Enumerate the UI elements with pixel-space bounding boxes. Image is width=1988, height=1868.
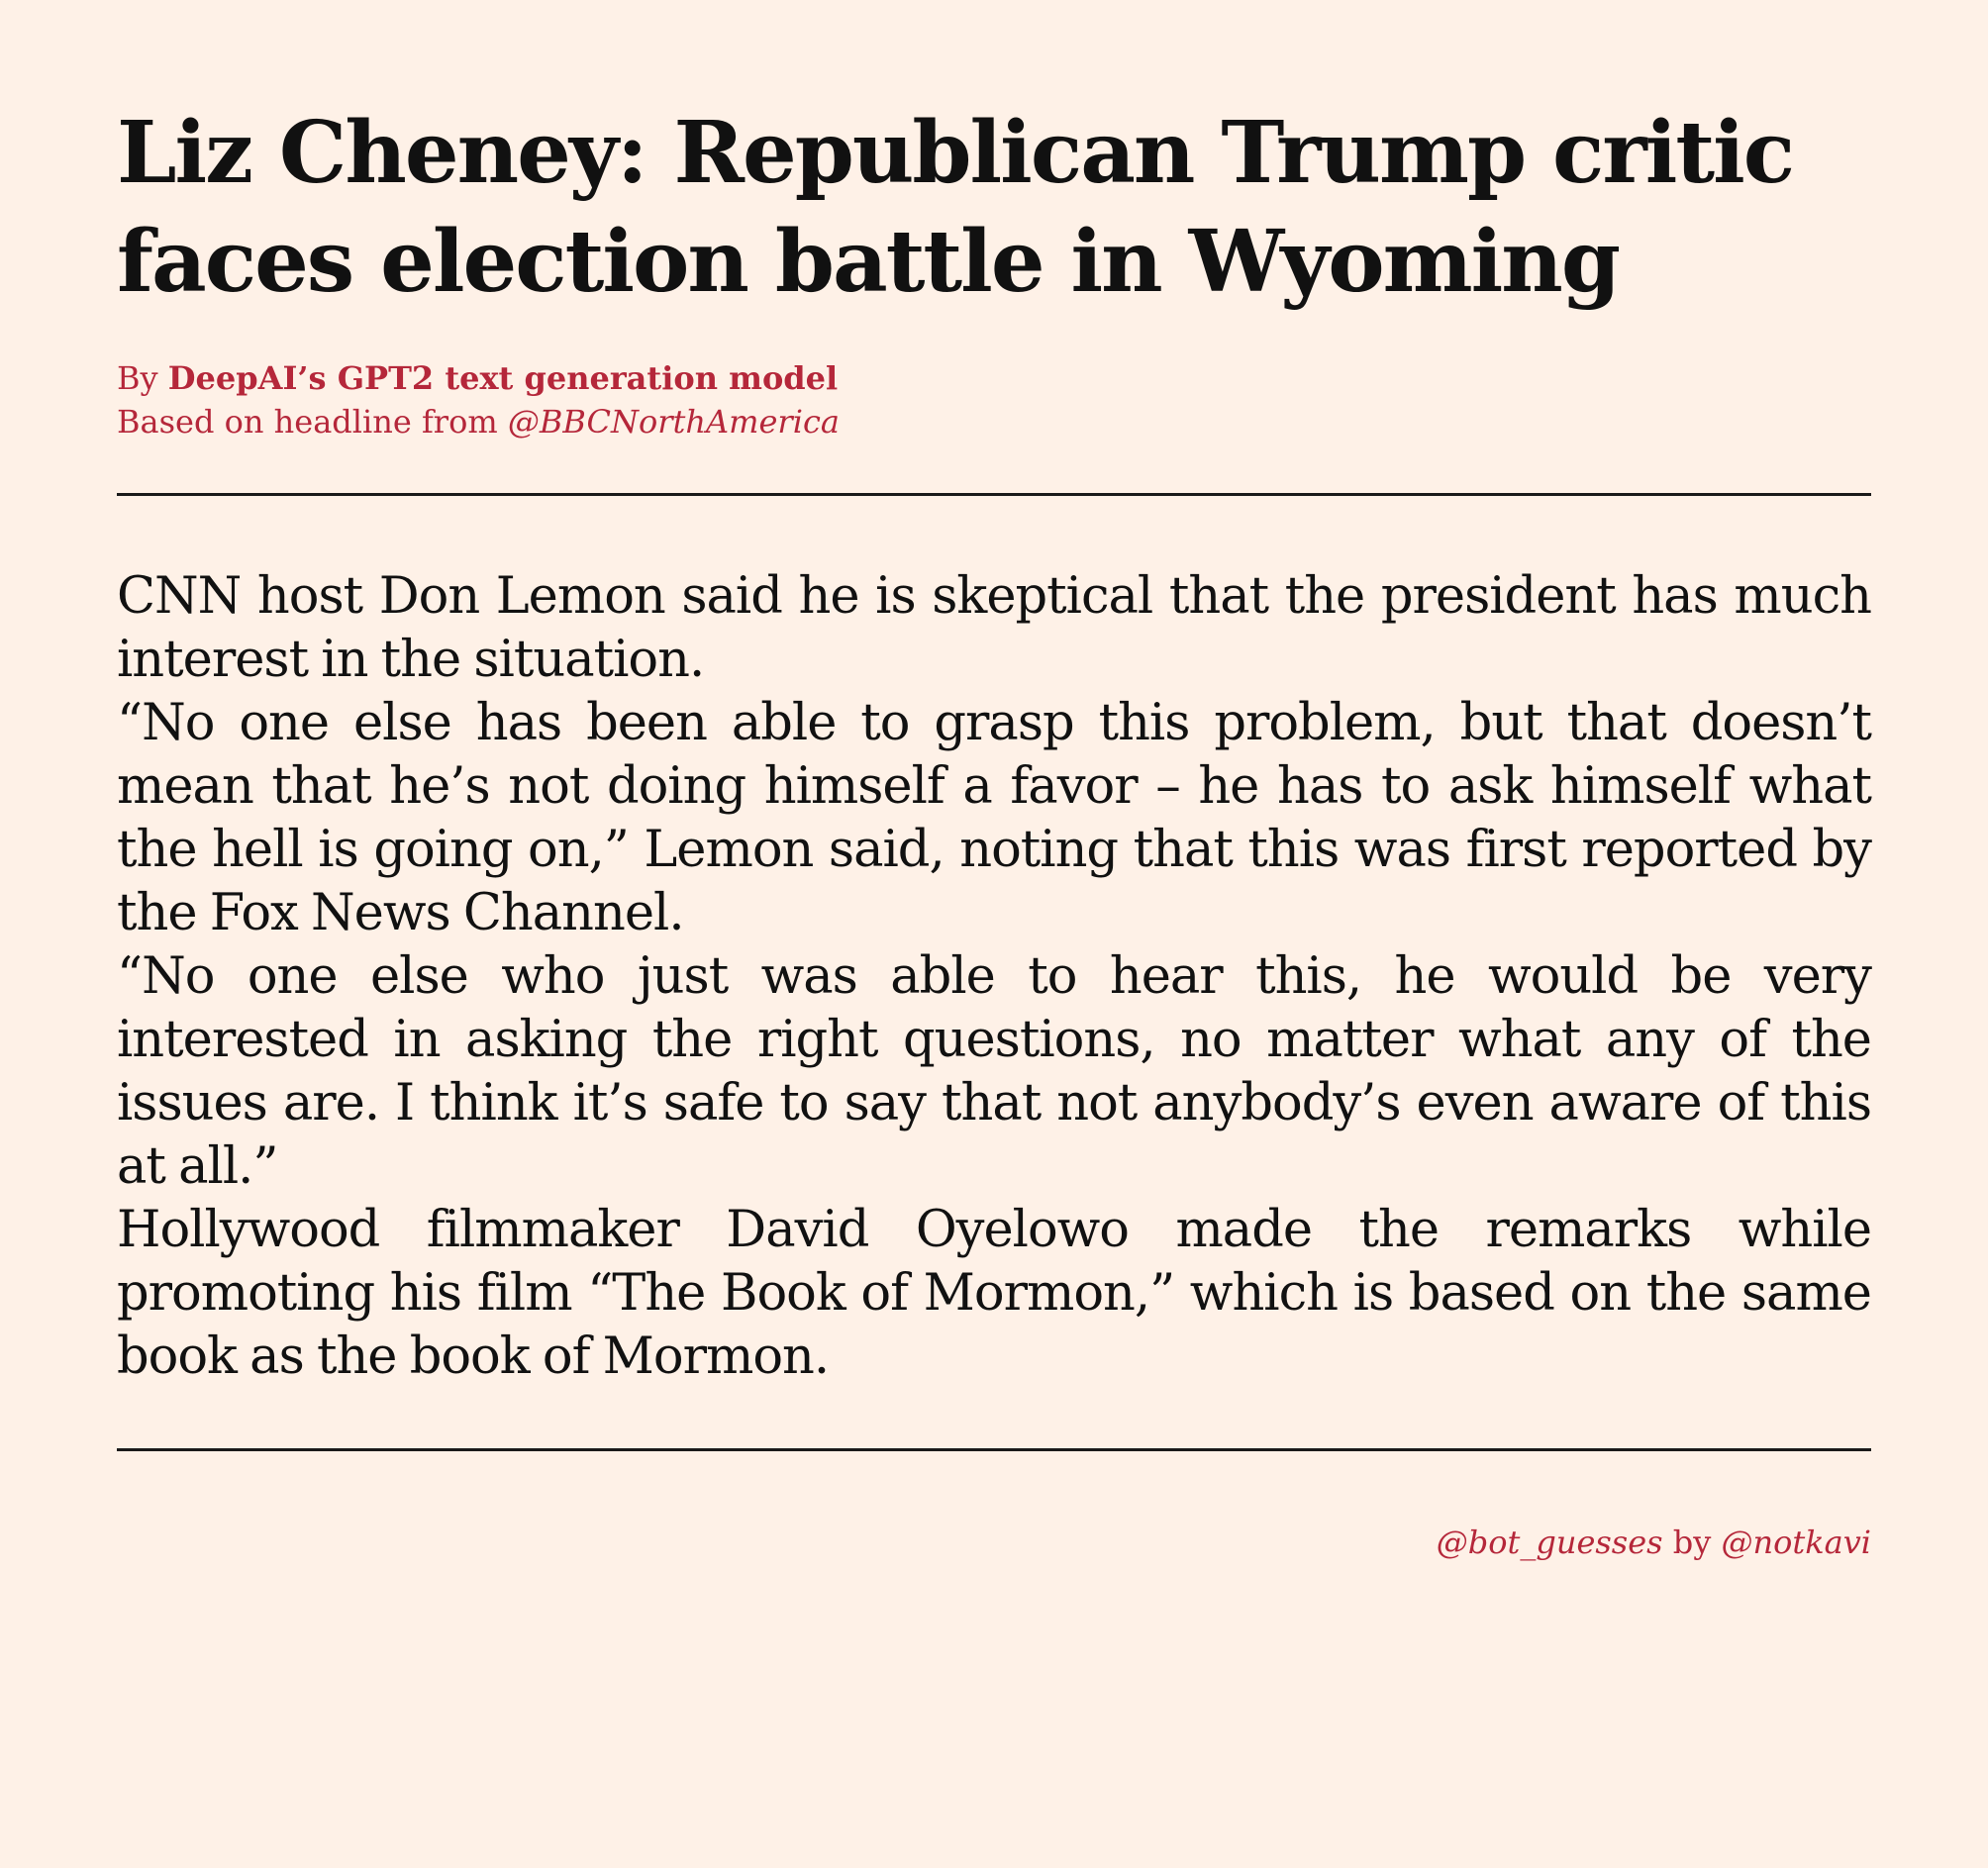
bot-handle-link[interactable]: @bot_guesses — [1437, 1524, 1663, 1561]
body-paragraph: Hollywood filmmaker David Oyelowo made t… — [117, 1201, 1872, 1386]
byline-source-line: Based on headline from @BBCNorthAmerica — [117, 400, 1871, 443]
byline: By DeepAI’s GPT2 text generation model B… — [117, 356, 1871, 443]
body-paragraph: CNN host Don Lemon said he is skeptical … — [117, 567, 1872, 689]
top-divider — [117, 493, 1871, 496]
byline-author-line: By DeepAI’s GPT2 text generation model — [117, 356, 1871, 400]
article-body: CNN host Don Lemon said he is skeptical … — [117, 565, 1872, 1389]
bottom-divider — [117, 1448, 1871, 1451]
footer-credit: @bot_guesses by @notkavi — [117, 1521, 1871, 1564]
body-paragraph: “No one else who just was able to hear t… — [117, 947, 1872, 1196]
headline: Liz Cheney: Republican Trump critic face… — [117, 103, 1795, 312]
byline-prefix: By — [117, 359, 168, 397]
byline-source-handle[interactable]: @BBCNorthAmerica — [508, 403, 840, 441]
article-card: Liz Cheney: Republican Trump critic face… — [117, 99, 1872, 1564]
author-handle-link[interactable]: @notkavi — [1721, 1524, 1871, 1561]
byline-author: DeepAI’s GPT2 text generation model — [167, 359, 839, 397]
byline-source-prefix: Based on headline from — [117, 403, 508, 441]
body-paragraph: “No one else has been able to grasp this… — [117, 694, 1872, 942]
footer-by-text: by — [1662, 1524, 1722, 1561]
